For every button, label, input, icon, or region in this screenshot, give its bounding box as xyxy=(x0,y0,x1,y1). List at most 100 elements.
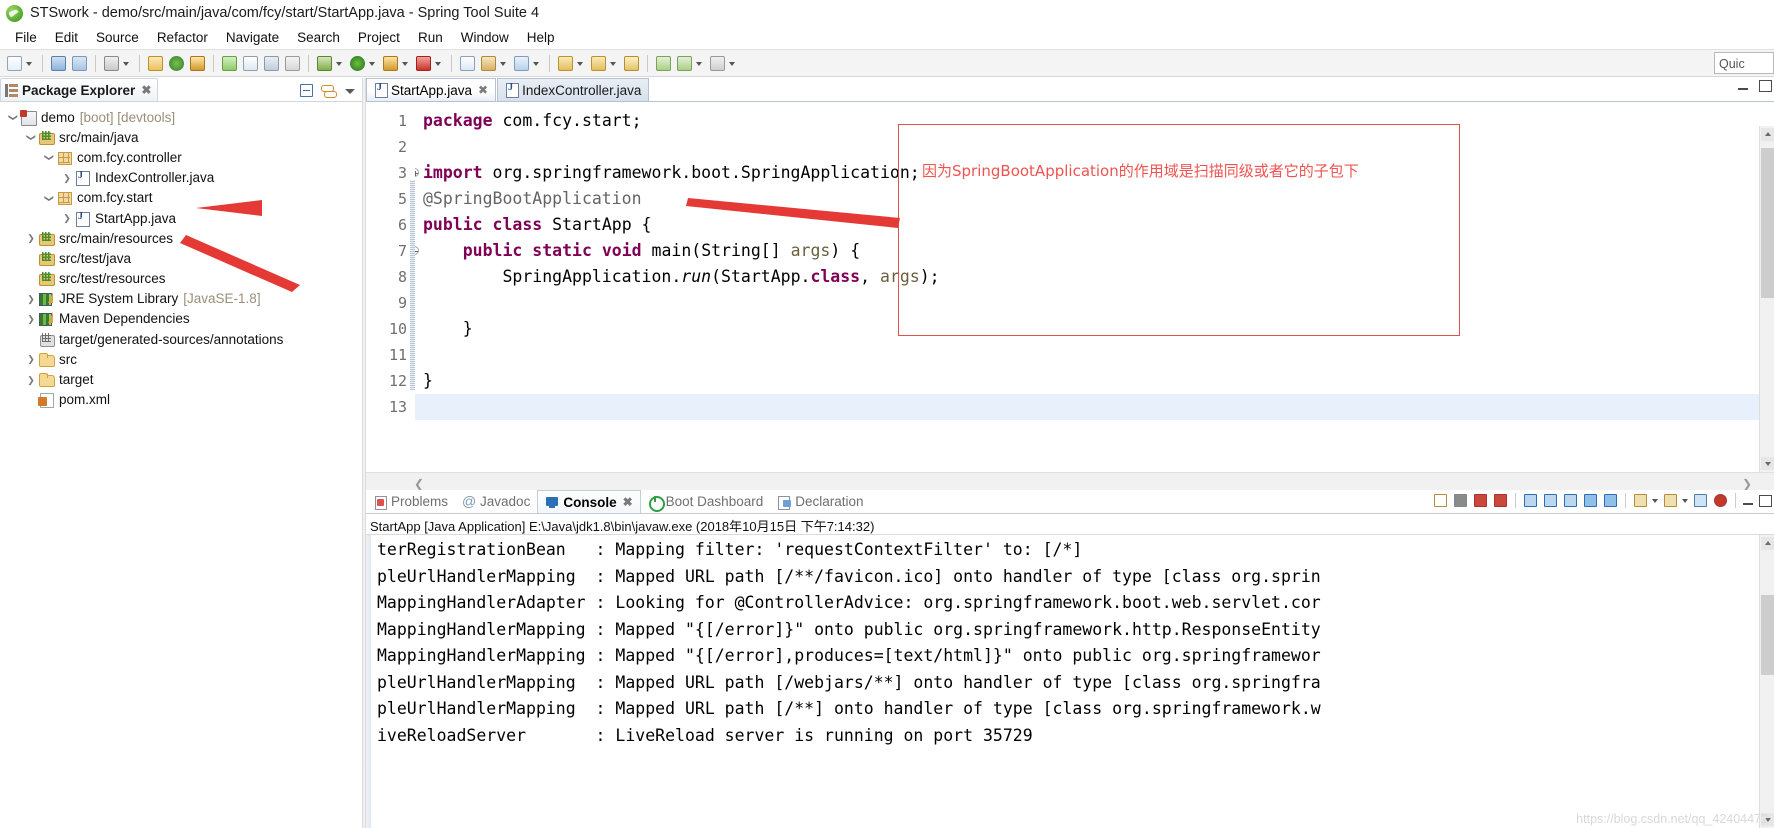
new-package-icon[interactable] xyxy=(479,54,498,73)
menu-item-help[interactable]: Help xyxy=(518,28,564,47)
new-package-dropdown-icon[interactable] xyxy=(499,54,508,73)
tab-javadoc[interactable]: Javadoc xyxy=(455,490,537,513)
tree-item-jre-system-library[interactable]: JRE System Library[JavaSE-1.8] xyxy=(0,289,362,309)
open-console-dropdown-icon[interactable] xyxy=(1682,492,1689,509)
code-line[interactable]: } xyxy=(415,368,1774,394)
next-annotation-dropdown-icon[interactable] xyxy=(576,54,585,73)
scroll-down-icon[interactable] xyxy=(1761,457,1774,470)
scrollbar-thumb[interactable] xyxy=(1761,148,1774,298)
code-line[interactable] xyxy=(415,290,1774,316)
pin-console-icon[interactable] xyxy=(1602,492,1619,509)
menu-item-run[interactable]: Run xyxy=(409,28,452,47)
remove-launch-icon[interactable] xyxy=(1472,492,1489,509)
show-console-on-output-icon[interactable] xyxy=(1582,492,1599,509)
quick-access-input[interactable]: Quic xyxy=(1714,52,1774,74)
project-tree[interactable]: demo[boot] [devtools] src/main/java com.fc… xyxy=(0,102,362,410)
package-explorer-tab[interactable]: Package Explorer ✖ xyxy=(0,78,159,101)
new-wizard-icon[interactable] xyxy=(5,54,24,73)
back-icon[interactable] xyxy=(654,54,673,73)
code-line[interactable]: @SpringBootApplication xyxy=(415,186,1774,212)
menu-item-project[interactable]: Project xyxy=(349,28,409,47)
tree-item-target-generated-sources-annotations[interactable]: target/generated-sources/annotations xyxy=(0,329,362,349)
link-icon[interactable] xyxy=(1432,492,1449,509)
forward-dropdown-icon[interactable] xyxy=(695,54,704,73)
new-java-project-icon[interactable] xyxy=(458,54,477,73)
minimize-icon[interactable] xyxy=(1737,79,1750,92)
editor-horizontal-scrollbar[interactable]: ❮ ❯ xyxy=(366,472,1774,490)
display-selected-console-icon[interactable] xyxy=(1632,492,1649,509)
menu-item-source[interactable]: Source xyxy=(87,28,148,47)
collapse-all-icon[interactable] xyxy=(299,83,314,98)
pin-editor-icon[interactable] xyxy=(708,54,727,73)
console-tabrow[interactable]: Problems Javadoc Console ✖ Boot Dashboar… xyxy=(366,490,1774,514)
scroll-left-icon[interactable]: ❮ xyxy=(414,477,424,490)
main-toolbar[interactable]: Quic xyxy=(0,49,1774,77)
search-icon[interactable] xyxy=(512,54,531,73)
run-as-server-icon[interactable] xyxy=(167,54,186,73)
save-icon[interactable] xyxy=(49,54,68,73)
chevron-right-icon[interactable] xyxy=(24,374,38,386)
code-line[interactable] xyxy=(415,134,1774,160)
coverage-dropdown-icon[interactable] xyxy=(434,54,443,73)
code-line[interactable] xyxy=(415,342,1774,368)
console-output-area[interactable]: terRegistrationBean : Mapping filter: 'r… xyxy=(366,535,1774,828)
open-console-icon[interactable] xyxy=(1662,492,1679,509)
tab-problems[interactable]: Problems xyxy=(366,490,455,513)
last-edit-location-icon[interactable] xyxy=(622,54,641,73)
console-toolbar[interactable] xyxy=(1432,492,1772,509)
run-dropdown-icon[interactable] xyxy=(368,54,377,73)
package-explorer-toolbar[interactable] xyxy=(299,83,358,98)
tab-declaration[interactable]: Declaration xyxy=(770,490,870,513)
menubar[interactable]: File Edit Source Refactor Navigate Searc… xyxy=(0,26,1774,49)
print-dropdown-icon[interactable] xyxy=(122,54,131,73)
minimize-icon[interactable] xyxy=(1742,494,1755,507)
display-selected-console-dropdown-icon[interactable] xyxy=(1652,492,1659,509)
chevron-right-icon[interactable] xyxy=(24,293,38,305)
next-annotation-icon[interactable] xyxy=(556,54,575,73)
chevron-right-icon[interactable] xyxy=(60,212,74,224)
code-line[interactable]: public static void main(String[] args) { xyxy=(415,238,1774,264)
close-icon[interactable]: ✖ xyxy=(623,495,633,509)
tree-item-src-test-resources[interactable]: src/test/resources xyxy=(0,269,362,289)
menu-item-navigate[interactable]: Navigate xyxy=(217,28,288,47)
view-menu-icon[interactable] xyxy=(343,83,358,98)
scroll-right-icon[interactable]: ❯ xyxy=(1742,477,1752,490)
close-icon[interactable]: ✖ xyxy=(141,83,151,97)
tree-item-indexcontroller-java[interactable]: IndexController.java xyxy=(0,168,362,188)
menu-item-edit[interactable]: Edit xyxy=(46,28,87,47)
menu-item-window[interactable]: Window xyxy=(452,28,518,47)
tree-item-src-main-resources[interactable]: src/main/resources xyxy=(0,228,362,248)
run-icon[interactable] xyxy=(348,54,367,73)
new-wizard-dropdown-icon[interactable] xyxy=(25,54,34,73)
maximize-icon[interactable] xyxy=(1758,79,1772,92)
print-icon[interactable] xyxy=(102,54,121,73)
editor-tabrow[interactable]: StartApp.java ✖ IndexController.java xyxy=(366,78,1774,102)
tree-item-com-fcy-start[interactable]: com.fcy.start xyxy=(0,188,362,208)
toggle-whitespace-icon[interactable] xyxy=(283,54,302,73)
code-line[interactable]: } xyxy=(415,316,1774,342)
link-icon[interactable] xyxy=(146,54,165,73)
search-dropdown-icon[interactable] xyxy=(532,54,541,73)
tree-item-maven-dependencies[interactable]: Maven Dependencies xyxy=(0,309,362,329)
forward-icon[interactable] xyxy=(675,54,694,73)
scroll-up-icon[interactable] xyxy=(1761,128,1774,141)
link-with-editor-icon[interactable] xyxy=(321,83,337,98)
code-line[interactable]: SpringApplication.run(StartApp.class, ar… xyxy=(415,264,1774,290)
boot-run-icon[interactable] xyxy=(188,54,207,73)
toggle-block-selection-icon[interactable] xyxy=(262,54,281,73)
debug-dropdown-icon[interactable] xyxy=(335,54,344,73)
chevron-down-icon[interactable] xyxy=(42,192,56,204)
previous-annotation-icon[interactable] xyxy=(589,54,608,73)
external-tools-icon[interactable] xyxy=(381,54,400,73)
editor-window-buttons[interactable] xyxy=(1737,79,1772,92)
chevron-down-icon[interactable] xyxy=(6,111,20,123)
menu-item-search[interactable]: Search xyxy=(288,28,349,47)
console-log-text[interactable]: terRegistrationBean : Mapping filter: 'r… xyxy=(371,535,1774,828)
previous-annotation-dropdown-icon[interactable] xyxy=(609,54,618,73)
code-viewport[interactable]: 1 2 3 5 6 7 8 9 10 11 12 13 package com.fcy.start; … xyxy=(366,102,1774,490)
console-vertical-scrollbar[interactable] xyxy=(1759,535,1774,828)
remove-all-terminated-icon[interactable] xyxy=(1492,492,1509,509)
chevron-right-icon[interactable] xyxy=(24,313,38,325)
new-console-view-icon[interactable] xyxy=(1692,492,1709,509)
tree-item-com-fcy-controller[interactable]: com.fcy.controller xyxy=(0,147,362,167)
